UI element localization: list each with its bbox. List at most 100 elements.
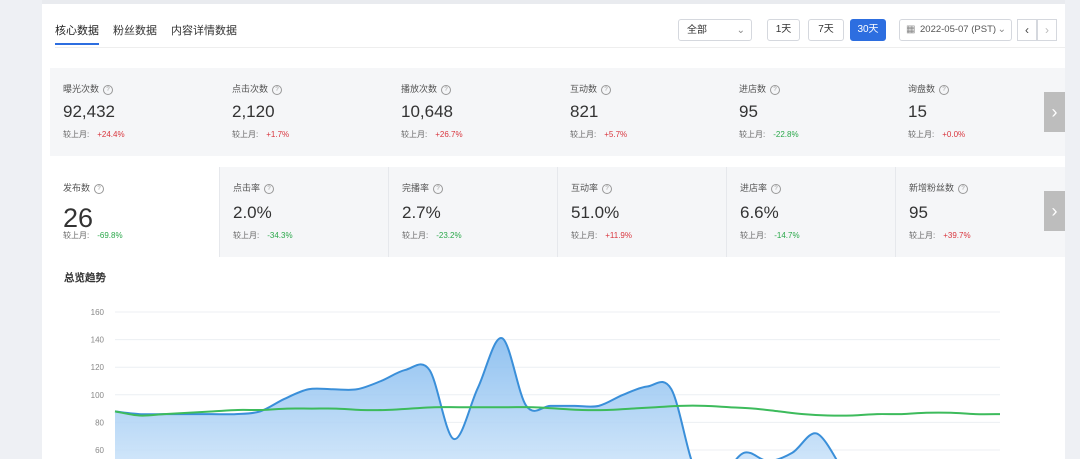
metric-change: -14.7%: [774, 231, 800, 240]
chevron-down-icon: ⌄: [736, 25, 745, 36]
metric-value: 2.0%: [233, 203, 272, 222]
metric-change: +39.7%: [943, 231, 971, 240]
help-icon[interactable]: ?: [264, 183, 275, 194]
metric-label: 询盘数?: [908, 82, 950, 95]
y-tick-label: 80: [95, 418, 104, 427]
metric-value: 6.6%: [740, 203, 779, 222]
y-tick-label: 100: [91, 391, 105, 400]
metric-card[interactable]: 进店数? 95 较上月: -22.8%: [726, 68, 895, 156]
next-metrics-button[interactable]: ›: [1044, 191, 1065, 231]
compare-label: 较上月:: [908, 130, 935, 139]
metric-label-text: 曝光次数: [63, 84, 100, 94]
prev-arrow-button[interactable]: ‹: [1017, 19, 1037, 41]
metric-value: 15: [908, 102, 927, 121]
metric-label: 进店数?: [739, 82, 781, 95]
help-icon[interactable]: ?: [958, 183, 969, 194]
tab-content-detail[interactable]: 内容详情数据: [171, 22, 237, 45]
metric-label: 完播率?: [402, 181, 444, 194]
metric-change: -23.2%: [436, 231, 462, 240]
metric-compare: 较上月: -23.2%: [402, 230, 462, 241]
metric-compare: 较上月: +1.7%: [232, 129, 289, 140]
y-tick-label: 160: [91, 308, 105, 317]
compare-label: 较上月:: [570, 130, 597, 139]
compare-label: 较上月:: [909, 231, 936, 240]
help-icon[interactable]: ?: [771, 183, 782, 194]
metric-label: 新增粉丝数?: [909, 181, 969, 194]
metric-card[interactable]: 点击次数? 2,120 较上月: +1.7%: [219, 68, 388, 156]
metric-card[interactable]: 互动数? 821 较上月: +5.7%: [557, 68, 726, 156]
next-arrow-button[interactable]: ›: [1037, 19, 1057, 41]
metric-compare: 较上月: +5.7%: [570, 129, 627, 140]
range-1day-button[interactable]: 1天: [767, 19, 800, 41]
help-icon[interactable]: ?: [770, 84, 781, 95]
metric-card[interactable]: 完播率? 2.7% 较上月: -23.2%: [388, 167, 558, 257]
category-select-value: 全部: [687, 25, 707, 36]
tab-core-data[interactable]: 核心数据: [55, 22, 99, 45]
metric-change: +5.7%: [604, 130, 628, 139]
help-icon[interactable]: ?: [272, 84, 283, 95]
compare-label: 较上月:: [401, 130, 428, 139]
metric-compare: 较上月: +0.0%: [908, 129, 965, 140]
metric-value: 51.0%: [571, 203, 620, 222]
metric-label: 互动率?: [571, 181, 613, 194]
range-7day-button[interactable]: 7天: [808, 19, 844, 41]
calendar-icon: ▦: [906, 24, 916, 35]
metric-card[interactable]: 播放次数? 10,648 较上月: +26.7%: [388, 68, 557, 156]
help-icon[interactable]: ?: [601, 84, 612, 95]
metric-card[interactable]: 曝光次数? 92,432 较上月: +24.4%: [50, 68, 219, 156]
help-icon[interactable]: ?: [939, 84, 950, 95]
tab-divider: [55, 47, 1065, 48]
metric-change: +26.7%: [435, 130, 463, 139]
metric-card[interactable]: 发布数? 26 较上月: -69.8%: [50, 167, 219, 257]
metric-value: 2.7%: [402, 203, 441, 222]
compare-label: 较上月:: [739, 130, 766, 139]
metric-label-text: 进店率: [740, 183, 768, 193]
category-select[interactable]: 全部 ⌄: [678, 19, 752, 41]
dashboard-page: 核心数据 粉丝数据 内容详情数据 全部 ⌄ 1天 7天 30天 ▦ 2022-0…: [42, 0, 1065, 459]
metric-value: 92,432: [63, 102, 115, 121]
area-series-fill: [115, 338, 837, 459]
help-icon[interactable]: ?: [602, 183, 613, 194]
metrics-row-2: 发布数? 26 较上月: -69.8% 点击率? 2.0% 较上月: -34.3% …: [50, 167, 1065, 257]
metric-label-text: 新增粉丝数: [909, 183, 955, 193]
metric-compare: 较上月: +39.7%: [909, 230, 971, 241]
metric-card[interactable]: 点击率? 2.0% 较上月: -34.3%: [219, 167, 389, 257]
compare-label: 较上月:: [740, 231, 767, 240]
metric-change: -69.8%: [97, 231, 123, 240]
metric-compare: 较上月: +24.4%: [63, 129, 125, 140]
metric-card[interactable]: 新增粉丝数? 95 较上月: +39.7%: [895, 167, 1065, 257]
help-icon[interactable]: ?: [441, 84, 452, 95]
metric-change: -22.8%: [773, 130, 799, 139]
metric-change: +11.9%: [605, 231, 632, 240]
help-icon[interactable]: ?: [94, 183, 105, 194]
metric-label: 点击率?: [233, 181, 275, 194]
metric-card[interactable]: 询盘数? 15 较上月: +0.0%: [895, 68, 1064, 156]
chevron-down-icon: ⌄: [997, 24, 1006, 35]
chart-title: 总览趋势: [64, 272, 106, 284]
metric-change: -34.3%: [267, 231, 293, 240]
metric-card[interactable]: 进店率? 6.6% 较上月: -14.7%: [726, 167, 896, 257]
metric-compare: 较上月: -22.8%: [739, 129, 799, 140]
metric-compare: 较上月: -69.8%: [63, 230, 123, 241]
metric-label-text: 完播率: [402, 183, 430, 193]
metric-change: +24.4%: [97, 130, 125, 139]
range-30day-button[interactable]: 30天: [850, 19, 886, 41]
metric-value: 10,648: [401, 102, 453, 121]
metric-label-text: 互动数: [570, 84, 598, 94]
metric-card[interactable]: 互动率? 51.0% 较上月: +11.9%: [557, 167, 727, 257]
metrics-row-1: 曝光次数? 92,432 较上月: +24.4% 点击次数? 2,120 较上月:…: [50, 68, 1065, 156]
trend-chart: 160 140 120 100 80 60: [91, 308, 1001, 459]
compare-label: 较上月:: [63, 130, 90, 139]
compare-label: 较上月:: [571, 231, 598, 240]
metric-label: 曝光次数?: [63, 82, 114, 95]
next-metrics-button[interactable]: ›: [1044, 92, 1065, 132]
metric-label-text: 点击率: [233, 183, 261, 193]
metric-compare: 较上月: -14.7%: [740, 230, 800, 241]
metric-change: +1.7%: [266, 130, 290, 139]
metric-value: 821: [570, 102, 599, 121]
tab-fan-data[interactable]: 粉丝数据: [113, 22, 157, 45]
metric-label-text: 进店数: [739, 84, 767, 94]
help-icon[interactable]: ?: [433, 183, 444, 194]
date-picker[interactable]: ▦ 2022-05-07 (PST) ⌄: [899, 19, 1012, 41]
help-icon[interactable]: ?: [103, 84, 114, 95]
